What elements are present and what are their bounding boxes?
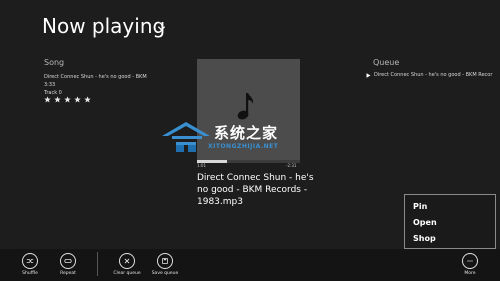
more-label: More (464, 271, 476, 276)
shuffle-label: Shuffle (22, 271, 38, 276)
save-queue-button-circle (157, 253, 173, 269)
chevron-down-icon[interactable] (157, 24, 166, 33)
star-icon[interactable] (54, 96, 61, 103)
song-info: Direct Connec Shun - he's no good - BKM … (44, 73, 147, 97)
context-menu: Pin Open Shop (404, 194, 496, 249)
song-artist-album: Direct Connec Shun - he's no good - BKM (44, 74, 147, 80)
shuffle-button[interactable]: Shuffle (10, 253, 50, 276)
page-title[interactable]: Now playing (42, 14, 165, 38)
shuffle-button-circle (22, 253, 38, 269)
more-button[interactable]: More (450, 253, 490, 276)
repeat-icon (64, 259, 72, 263)
watermark-subtext: XITONGZHIJIA.NET (208, 143, 279, 150)
more-button-circle (462, 253, 478, 269)
menu-item-pin[interactable]: Pin (413, 202, 427, 211)
watermark-text: 系统之家 (214, 124, 279, 142)
appbar-separator (97, 252, 98, 276)
clear-queue-button[interactable]: Clear queue (107, 253, 147, 276)
save-icon (162, 258, 168, 264)
now-playing-track-title: Direct Connec Shun - he's no good - BKM … (197, 173, 314, 207)
elapsed-time: 1:01 (197, 163, 206, 168)
house-logo-icon (162, 122, 210, 152)
star-icon[interactable] (74, 96, 81, 103)
star-icon[interactable] (64, 96, 71, 103)
song-duration: 3:33 (44, 82, 56, 88)
save-queue-label: Save queue (151, 271, 179, 276)
remaining-time: -2:31 (286, 163, 297, 168)
star-icon[interactable] (84, 96, 91, 103)
queue-item[interactable]: Direct Connec Shun - he's no good - BKM … (366, 72, 492, 78)
clear-queue-label: Clear queue (113, 271, 141, 276)
queue-section-label: Queue (373, 58, 400, 67)
shuffle-icon (26, 259, 34, 263)
watermark: 系统之家 XITONGZHIJIA.NET (160, 118, 332, 158)
more-icon (467, 260, 473, 262)
close-icon (124, 258, 130, 264)
queue-item-label: Direct Connec Shun - he's no good - BKM … (374, 72, 493, 78)
rating-stars[interactable] (44, 96, 91, 103)
play-icon (366, 72, 371, 78)
clear-queue-button-circle (119, 253, 135, 269)
star-icon[interactable] (44, 96, 51, 103)
repeat-label: Repeat (60, 271, 76, 276)
menu-item-open[interactable]: Open (413, 218, 437, 227)
playback-progress-bar[interactable] (197, 160, 300, 163)
repeat-button[interactable]: Repeat (48, 253, 88, 276)
save-queue-button[interactable]: Save queue (145, 253, 185, 276)
song-section-label: Song (44, 58, 65, 67)
repeat-button-circle (60, 253, 76, 269)
menu-item-shop[interactable]: Shop (413, 234, 436, 243)
